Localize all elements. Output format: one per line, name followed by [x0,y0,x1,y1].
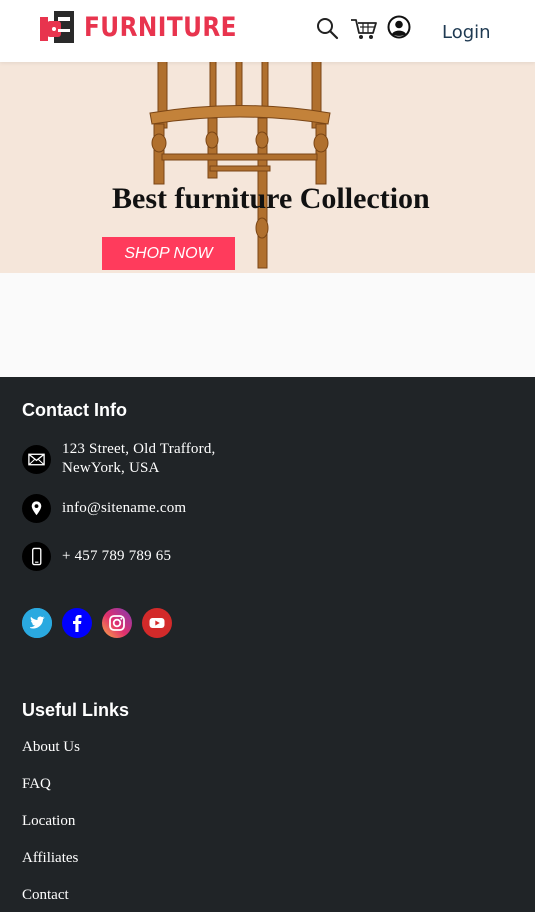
phone-text[interactable]: + 457 789 789 65 [62,547,171,566]
link-contact[interactable]: Contact [22,887,69,904]
facebook-icon[interactable] [62,608,92,638]
site-footer: Contact Info 123 Street, Old Trafford, N… [0,377,535,912]
link-location[interactable]: Location [22,813,75,830]
email-row: info@sitename.com [22,494,186,523]
link-affiliates[interactable]: Affiliates [22,850,78,867]
address-text: 123 Street, Old Trafford, NewYork, USA [62,440,215,478]
search-icon[interactable] [315,16,341,42]
mobile-phone-icon [22,542,51,571]
phone-row: + 457 789 789 65 [22,542,171,571]
twitter-icon[interactable] [22,608,52,638]
login-link[interactable]: Login [442,22,491,43]
link-faq[interactable]: FAQ [22,776,51,793]
furniture-logo-icon [40,11,74,43]
location-pin-icon [22,494,51,523]
hero-banner: Best furniture Collection SHOP NOW [0,62,535,273]
address-row: 123 Street, Old Trafford, NewYork, USA [22,440,215,478]
address-line-2: NewYork, USA [62,460,160,476]
useful-links-heading: Useful Links [22,700,130,720]
cart-icon[interactable] [350,16,378,42]
link-about-us[interactable]: About Us [22,739,80,756]
youtube-icon[interactable] [142,608,172,638]
address-line-1: 123 Street, Old Trafford, [62,441,216,457]
contact-info-heading: Contact Info [22,400,127,420]
shop-now-button[interactable]: SHOP NOW [102,237,235,270]
instagram-icon[interactable] [102,608,132,638]
hero-title: Best furniture Collection [112,182,430,215]
email-text[interactable]: info@sitename.com [62,499,186,518]
site-header: FURNITURE Login [0,0,535,62]
envelope-icon [22,444,51,474]
brand-name: FURNITURE [84,11,237,43]
brand-logo[interactable]: FURNITURE [38,6,262,48]
user-account-icon[interactable] [387,15,411,39]
